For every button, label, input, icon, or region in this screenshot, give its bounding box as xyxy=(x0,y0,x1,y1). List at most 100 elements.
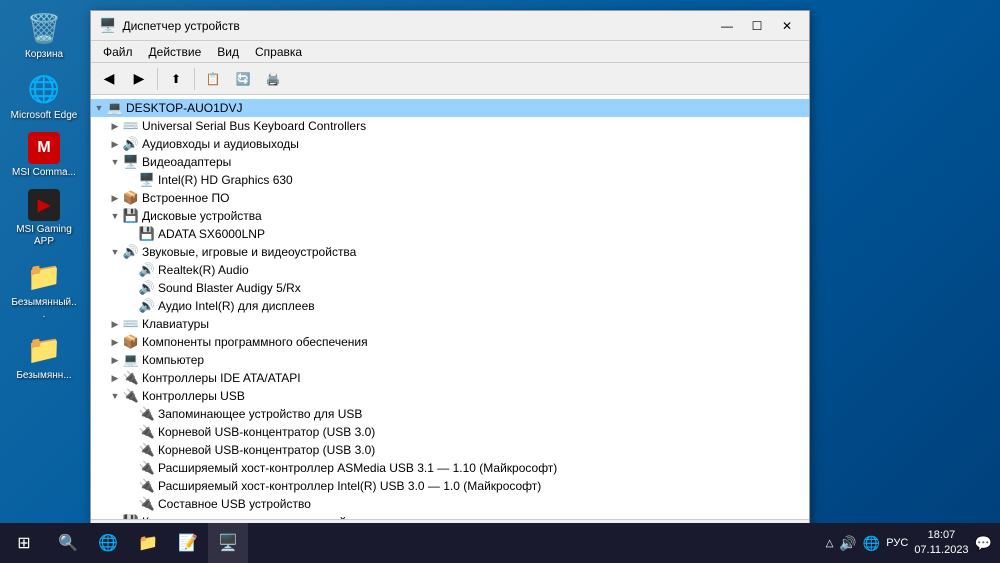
tree-sound[interactable]: ▼ 🔊 Звуковые, игровые и видеоустройства xyxy=(91,243,809,261)
intel-usb-label: Расширяемый хост-контроллер Intel(R) USB… xyxy=(158,479,541,493)
composite-usb-label: Составное USB устройство xyxy=(158,497,311,511)
close-button[interactable]: ✕ xyxy=(773,15,801,37)
tree-intel-usb[interactable]: ▶ 🔌 Расширяемый хост-контроллер Intel(R)… xyxy=(91,477,809,495)
root-hub-2-expander: ▶ xyxy=(123,442,139,458)
computer-label: Компьютер xyxy=(142,353,204,367)
tree-video[interactable]: ▼ 🖥️ Видеоадаптеры xyxy=(91,153,809,171)
keyboards-expander: ▶ xyxy=(107,316,123,332)
properties-button[interactable]: 📋 xyxy=(199,66,227,92)
usb-storage-expander: ▶ xyxy=(123,406,139,422)
root-hub-2-icon: 🔌 xyxy=(139,442,155,458)
unnamed1-label: Безымянный... xyxy=(10,297,78,321)
tree-usb-ctrl[interactable]: ▼ 🔌 Контроллеры USB xyxy=(91,387,809,405)
toolbar: ◀ ▶ ⬆ 📋 🔄 🖨️ xyxy=(91,63,809,95)
tree-intel-audio[interactable]: ▶ 🔊 Аудио Intel(R) для дисплеев xyxy=(91,297,809,315)
taskbar-explorer[interactable]: 📁 xyxy=(128,523,168,563)
refresh-button[interactable]: 🔄 xyxy=(229,66,257,92)
maximize-button[interactable]: ☐ xyxy=(743,15,771,37)
firmware-expander: ▶ xyxy=(107,190,123,206)
tree-realtek[interactable]: ▶ 🔊 Realtek(R) Audio xyxy=(91,261,809,279)
taskbar-store[interactable]: 📝 xyxy=(168,523,208,563)
window-title: Диспетчер устройств xyxy=(122,19,713,33)
tree-root[interactable]: ▼ 💻 DESKTOP-AUO1DVJ xyxy=(91,99,809,117)
adata-expander: ▶ xyxy=(123,226,139,242)
audio-io-expander: ▶ xyxy=(107,136,123,152)
ide-label: Контроллеры IDE ATA/ATAPI xyxy=(142,371,301,385)
asmedia-icon: 🔌 xyxy=(139,460,155,476)
intel-audio-label: Аудио Intel(R) для дисплеев xyxy=(158,299,315,313)
tree-disk[interactable]: ▼ 💾 Дисковые устройства xyxy=(91,207,809,225)
usb-ctrl-icon: 🔌 xyxy=(123,388,139,404)
device-manager-window: 🖥️ Диспетчер устройств — ☐ ✕ Файл Действ… xyxy=(90,10,810,540)
desktop-icon-msi-gaming[interactable]: ▶ MSI Gaming APP xyxy=(10,189,78,248)
menu-file[interactable]: Файл xyxy=(95,43,141,61)
sound-expander: ▼ xyxy=(107,244,123,260)
tree-hd-graphics[interactable]: ▶ 🖥️ Intel(R) HD Graphics 630 xyxy=(91,171,809,189)
asmedia-expander: ▶ xyxy=(123,460,139,476)
root-label: DESKTOP-AUO1DVJ xyxy=(126,101,242,115)
print-button[interactable]: 🖨️ xyxy=(259,66,287,92)
intel-usb-expander: ▶ xyxy=(123,478,139,494)
device-tree[interactable]: ▼ 💻 DESKTOP-AUO1DVJ ▶ ⌨️ Universal Seria… xyxy=(91,95,809,519)
asmedia-label: Расширяемый хост-контроллер ASMedia USB … xyxy=(158,461,557,475)
taskbar-tray: △ 🔊 🌐 РУС 18:07 07.11.2023 💬 xyxy=(826,528,1000,559)
menu-action[interactable]: Действие xyxy=(141,43,210,61)
tree-sw-components[interactable]: ▶ 📦 Компоненты программного обеспечения xyxy=(91,333,809,351)
taskbar-edge[interactable]: 🌐 xyxy=(88,523,128,563)
desktop-icon-unnamed2[interactable]: 📁 Безымянн... xyxy=(10,331,78,382)
tree-usb-storage[interactable]: ▶ 🔌 Запоминающее устройство для USB xyxy=(91,405,809,423)
tree-computer[interactable]: ▶ 💻 Компьютер xyxy=(91,351,809,369)
tray-volume[interactable]: 🔊 xyxy=(839,535,856,552)
tree-root-hub-1[interactable]: ▶ 🔌 Корневой USB-концентратор (USB 3.0) xyxy=(91,423,809,441)
tree-adata[interactable]: ▶ 💾 ADATA SX6000LNP xyxy=(91,225,809,243)
toolbar-separator-2 xyxy=(194,68,195,90)
menu-view[interactable]: Вид xyxy=(209,43,247,61)
taskbar-devmgr[interactable]: 🖥️ xyxy=(208,523,248,563)
tree-composite-usb[interactable]: ▶ 🔌 Составное USB устройство xyxy=(91,495,809,513)
up-button[interactable]: ⬆ xyxy=(162,66,190,92)
realtek-icon: 🔊 xyxy=(139,262,155,278)
recycle-label: Корзина xyxy=(25,49,63,61)
taskbar-clock[interactable]: 18:07 07.11.2023 xyxy=(914,528,968,559)
start-button[interactable]: ⊞ xyxy=(0,523,48,563)
realtek-expander: ▶ xyxy=(123,262,139,278)
soundblaster-label: Sound Blaster Audigy 5/Rx xyxy=(158,281,301,295)
tree-asmedia[interactable]: ▶ 🔌 Расширяемый хост-контроллер ASMedia … xyxy=(91,459,809,477)
composite-usb-expander: ▶ xyxy=(123,496,139,512)
msi-gaming-icon: ▶ xyxy=(28,189,60,221)
window-body: ▼ 💻 DESKTOP-AUO1DVJ ▶ ⌨️ Universal Seria… xyxy=(91,95,809,519)
tray-chevron[interactable]: △ xyxy=(826,538,834,549)
tree-root-hub-2[interactable]: ▶ 🔌 Корневой USB-концентратор (USB 3.0) xyxy=(91,441,809,459)
unnamed2-label: Безымянн... xyxy=(16,370,71,382)
ide-icon: 🔌 xyxy=(123,370,139,386)
disk-expander: ▼ xyxy=(107,208,123,224)
desktop-icon-recycle[interactable]: 🗑️ Корзина xyxy=(10,10,78,61)
taskbar-search[interactable]: 🔍 xyxy=(48,523,88,563)
keyboards-label: Клавиатуры xyxy=(142,317,209,331)
root-expander: ▼ xyxy=(91,100,107,116)
tree-audio-io[interactable]: ▶ 🔊 Аудиовходы и аудиовыходы xyxy=(91,135,809,153)
root-hub-1-expander: ▶ xyxy=(123,424,139,440)
tray-network[interactable]: 🌐 xyxy=(863,535,880,552)
tree-keyboards[interactable]: ▶ ⌨️ Клавиатуры xyxy=(91,315,809,333)
tree-usb-kb[interactable]: ▶ ⌨️ Universal Serial Bus Keyboard Contr… xyxy=(91,117,809,135)
video-label: Видеоадаптеры xyxy=(142,155,231,169)
notification-icon[interactable]: 💬 xyxy=(975,535,992,552)
tray-language[interactable]: РУС xyxy=(886,537,908,549)
desktop-icon-msi-comma[interactable]: M MSI Comma... xyxy=(10,132,78,179)
desktop-icon-edge[interactable]: 🌐 Microsoft Edge xyxy=(10,71,78,122)
intel-audio-expander: ▶ xyxy=(123,298,139,314)
forward-button[interactable]: ▶ xyxy=(125,66,153,92)
back-button[interactable]: ◀ xyxy=(95,66,123,92)
computer-icon: 💻 xyxy=(123,352,139,368)
usb-storage-icon: 🔌 xyxy=(139,406,155,422)
desktop-icon-unnamed1[interactable]: 📁 Безымянный... xyxy=(10,258,78,321)
sound-icon: 🔊 xyxy=(123,244,139,260)
realtek-label: Realtek(R) Audio xyxy=(158,263,249,277)
minimize-button[interactable]: — xyxy=(713,15,741,37)
tree-soundblaster[interactable]: ▶ 🔊 Sound Blaster Audigy 5/Rx xyxy=(91,279,809,297)
sw-components-expander: ▶ xyxy=(107,334,123,350)
tree-firmware[interactable]: ▶ 📦 Встроенное ПО xyxy=(91,189,809,207)
tree-ide[interactable]: ▶ 🔌 Контроллеры IDE ATA/ATAPI xyxy=(91,369,809,387)
menu-help[interactable]: Справка xyxy=(247,43,310,61)
